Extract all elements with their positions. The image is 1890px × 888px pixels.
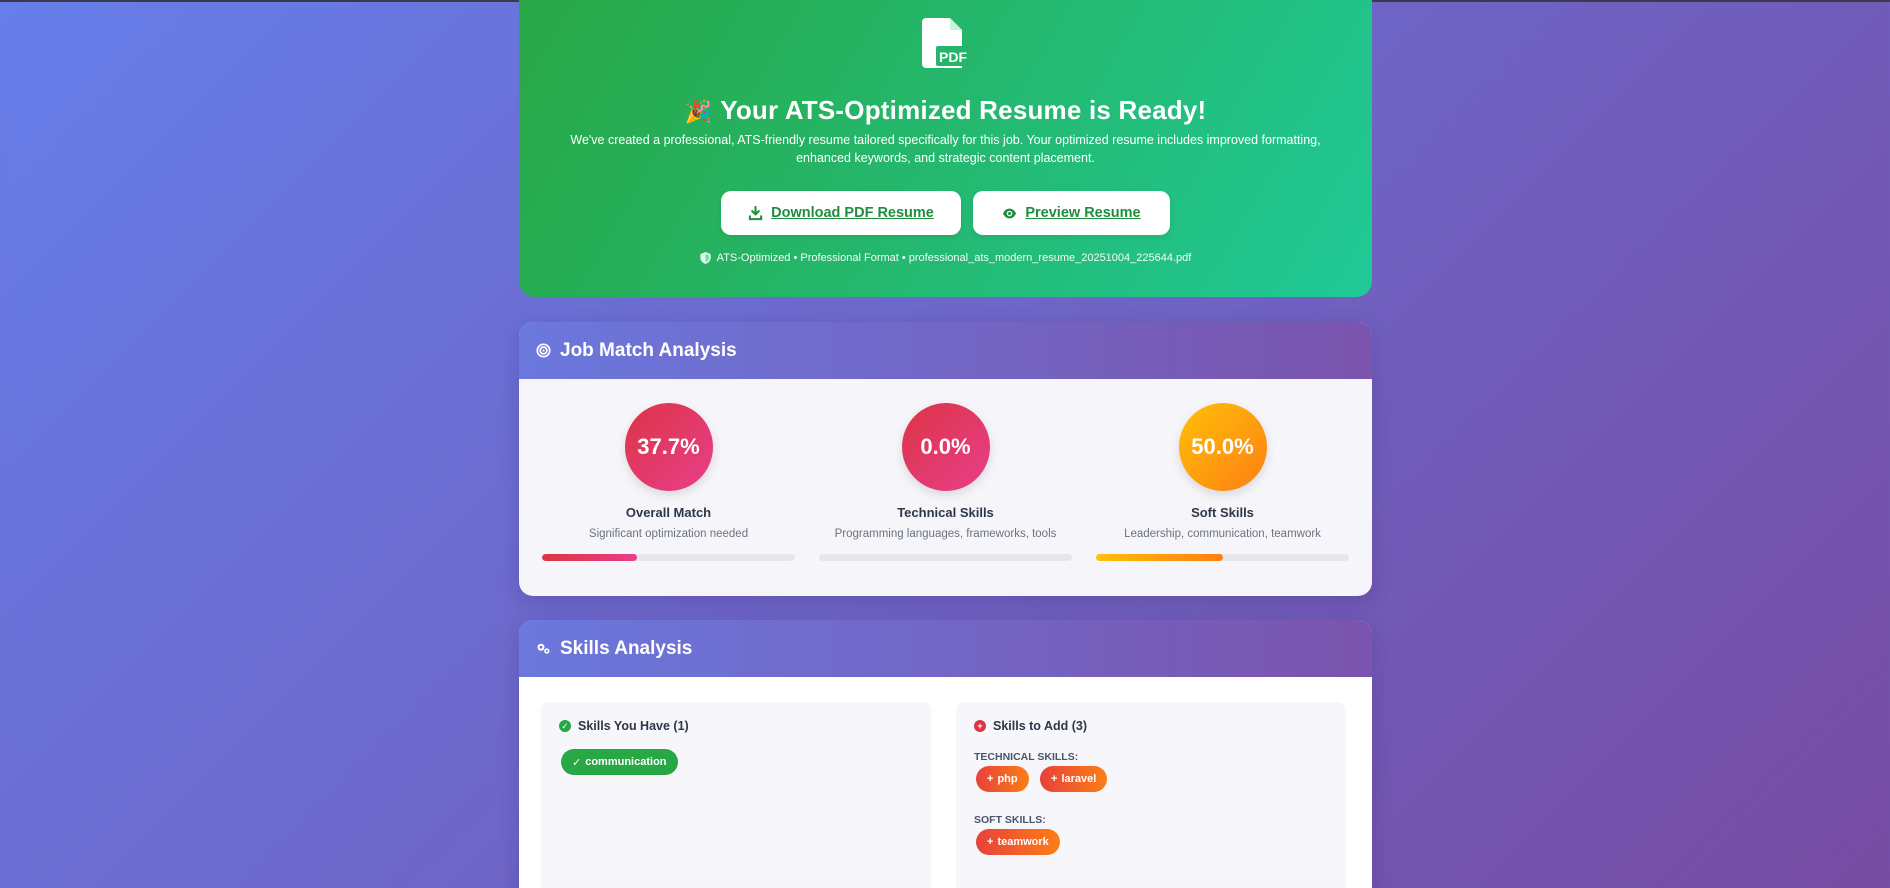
technical-skills-label: TECHNICAL SKILLS: [974,751,1079,763]
resume-ready-card: PDF 🎉 Your ATS-Optimized Resume is Ready!… [519,0,1372,297]
metric-label: Technical Skills [897,505,994,520]
download-pdf-button[interactable]: Download PDF Resume [721,191,961,235]
shield-icon [700,252,711,264]
preview-resume-label: Preview Resume [1025,205,1141,221]
progress-bar [542,554,795,561]
metric-description: Leadership, communication, teamwork [1124,528,1321,540]
score-circle: 50.0% [1178,403,1267,491]
skills-to-add-panel: + Skills to Add (3) TECHNICAL SKILLS: + p… [956,702,1346,888]
eye-icon [1003,208,1017,218]
metric-label: Soft Skills [1191,505,1254,520]
skills-analysis-title: Skills Analysis [560,637,693,659]
metric-label: Overall Match [625,505,712,520]
job-match-title: Job Match Analysis [560,339,737,361]
skills-analysis-header: Skills Analysis [519,620,1372,677]
check-circle-icon: ✓ [559,720,571,732]
skill-chip-add: + php [976,766,1029,792]
page-title-text: Your ATS-Optimized Resume is Ready! [720,95,1207,125]
resume-meta-text: ATS-Optimized • Professional Format • pr… [716,252,1192,264]
skill-chip-add: + laravel [1040,766,1108,792]
skills-to-add-title: Skills to Add (3) [993,719,1087,733]
score-value: 50.0% [1191,434,1254,459]
download-pdf-label: Download PDF Resume [771,205,934,221]
soft-skills-label: SOFT SKILLS: [974,814,1046,826]
skills-to-add-heading: + Skills to Add (3) [974,719,1087,733]
plus-icon: + [1051,773,1058,785]
target-icon [536,343,551,358]
skills-you-have-title: Skills You Have (1) [578,719,689,733]
resume-meta: ATS-Optimized • Professional Format • pr… [519,252,1372,264]
skills-body: ✓ Skills You Have (1) ✓ communication + S… [519,677,1372,888]
score-value: 37.7% [637,434,700,459]
main-column: PDF 🎉 Your ATS-Optimized Resume is Ready!… [519,0,1372,888]
page-title: 🎉 Your ATS-Optimized Resume is Ready! [519,95,1372,126]
metric-description: Significant optimization needed [588,528,749,540]
skill-chip-add: + teamwork [976,829,1060,855]
plus-icon: + [987,836,994,848]
pdf-icon-label: PDF [939,49,967,65]
score-circle: 0.0% [901,403,990,491]
skill-chip-label: php [997,773,1018,785]
skill-chip-label: teamwork [997,836,1049,848]
preview-resume-button[interactable]: Preview Resume [973,191,1170,235]
pdf-file-icon: PDF [922,18,970,68]
check-icon: ✓ [572,756,582,769]
job-match-card: Job Match Analysis 37.7% Overall Match S… [519,322,1372,596]
skills-you-have-heading: ✓ Skills You Have (1) [559,719,689,733]
plus-circle-icon: + [974,720,986,732]
skill-chip-label: laravel [1061,773,1097,785]
metric-overall-match: 37.7% Overall Match Significant optimiza… [542,379,795,561]
hero-description: We've created a professional, ATS-friend… [570,133,1321,165]
download-icon [748,205,763,220]
progress-fill [1096,554,1223,561]
progress-bar [819,554,1072,561]
match-metrics: 37.7% Overall Match Significant optimiza… [519,379,1372,596]
job-match-header: Job Match Analysis [519,322,1372,379]
metric-technical-skills: 0.0% Technical Skills Programming langua… [819,379,1072,561]
metric-soft-skills: 50.0% Soft Skills Leadership, communicat… [1096,379,1349,561]
skill-chip-label: communication [585,756,667,768]
skills-analysis-card: Skills Analysis ✓ Skills You Have (1) ✓ c… [519,620,1372,888]
skill-chip-have: ✓ communication [561,749,678,775]
score-value: 0.0% [920,434,971,459]
plus-icon: + [987,773,994,785]
score-circle: 37.7% [624,403,713,491]
skills-you-have-panel: ✓ Skills You Have (1) ✓ communication [541,702,931,888]
cogs-icon [537,643,550,654]
progress-bar [1096,554,1349,561]
hero-actions: Download PDF Resume Preview Resume [519,191,1372,235]
metric-description: Programming languages, frameworks, tools [834,528,1057,540]
progress-fill [542,554,638,561]
party-popper-icon: 🎉 [684,99,713,124]
